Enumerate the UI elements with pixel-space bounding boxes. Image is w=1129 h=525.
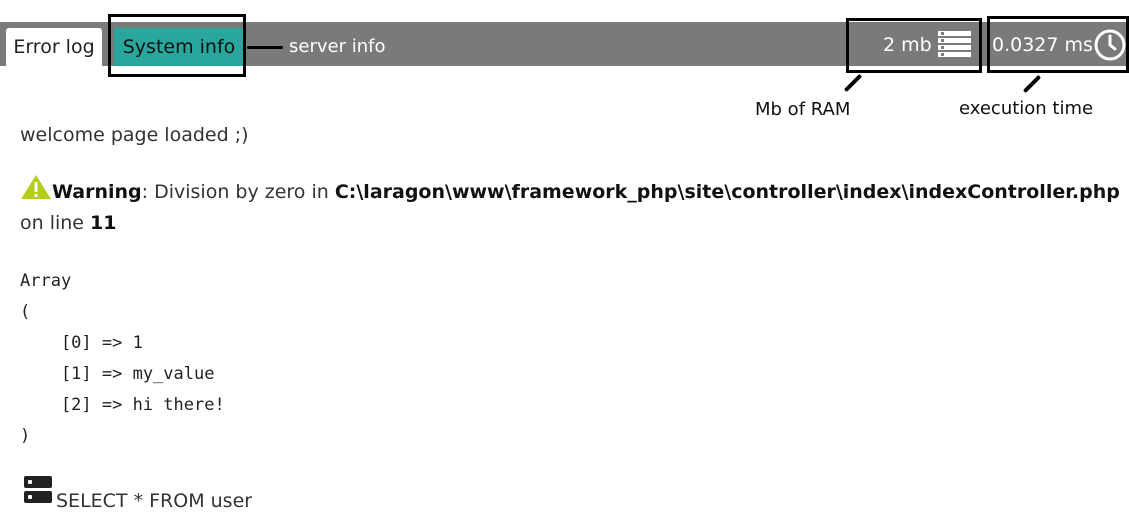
welcome-message: welcome page loaded ;) [20,124,249,146]
warning-title: Warning [52,181,142,203]
warning-on-line-text: on line [20,212,91,234]
exec-annotation-label: execution time [959,98,1094,119]
exec-annotation-pointer [1022,74,1042,94]
warning-file-path: C:\laragon\www\framework_php\site\contro… [334,181,1120,203]
callout-ram [846,18,982,73]
server-info-annotation: server info [289,36,386,57]
array-dump: Array ( [0] => 1 [1] => my_value [2] => … [20,271,225,446]
callout-connector [247,46,283,49]
warning-line-number: 11 [90,212,117,234]
debug-page: Error log System info server info 2 mb 0… [0,0,1129,525]
php-warning: Warning: Division by zero in C:\laragon\… [20,174,1120,239]
warning-message: : Division by zero in [141,181,335,203]
sql-query: SELECT * FROM user [56,490,253,512]
warning-triangle-icon [21,175,51,199]
database-icon [24,476,52,503]
ram-annotation-label: Mb of RAM [755,99,851,120]
callout-system-info [108,14,246,77]
callout-execution-time [987,16,1129,73]
ram-annotation-pointer [843,73,863,93]
tab-error-log[interactable]: Error log [6,28,102,66]
